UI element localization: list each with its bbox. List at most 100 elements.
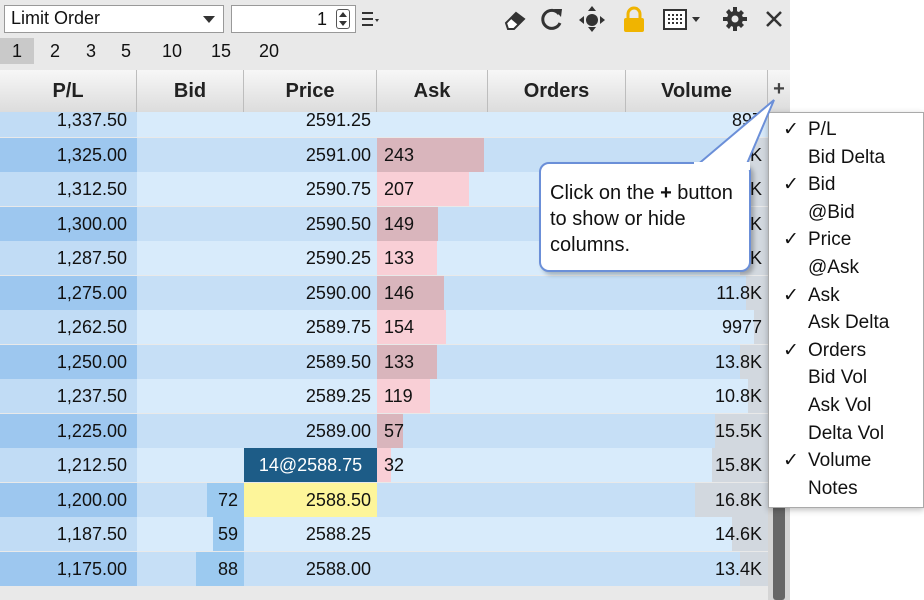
- bid-cell[interactable]: 88: [137, 551, 244, 586]
- quick-qty-10[interactable]: 10: [156, 38, 188, 64]
- quantity-stepper[interactable]: 1: [231, 5, 356, 33]
- bid-cell[interactable]: [137, 138, 244, 172]
- volume-cell: 11.8K: [488, 275, 768, 310]
- lock-icon[interactable]: [620, 5, 648, 33]
- price-cell[interactable]: 2588.50: [244, 482, 377, 517]
- dom-ladder-panel: Limit Order 1 1 2 3 5 10 15 20 P/L Bid P…: [0, 0, 790, 600]
- callout-text-pre: Click on the: [550, 182, 661, 204]
- column-header-orders[interactable]: Orders: [488, 70, 626, 112]
- menu-item-volume[interactable]: ✓ Volume: [769, 447, 923, 475]
- ask-cell[interactable]: 57: [377, 413, 488, 448]
- menu-item-bid-delta[interactable]: Bid Delta: [769, 144, 923, 172]
- price-cell[interactable]: 2590.75: [244, 172, 377, 206]
- bid-cell[interactable]: [137, 172, 244, 206]
- price-cell[interactable]: 2589.75: [244, 310, 377, 344]
- bid-cell[interactable]: [137, 379, 244, 413]
- ask-cell[interactable]: [377, 552, 488, 586]
- column-header-pl[interactable]: P/L: [0, 70, 137, 112]
- pl-cell: 1,312.50: [0, 172, 137, 206]
- ask-cell[interactable]: 119: [377, 379, 488, 413]
- column-header-bid[interactable]: Bid: [137, 70, 244, 112]
- ask-cell[interactable]: 146: [377, 275, 488, 310]
- ask-value: 133: [384, 351, 415, 372]
- price-cell[interactable]: 2591.00: [244, 138, 377, 172]
- menu-item-label: Ask: [808, 284, 840, 306]
- bid-cell[interactable]: [137, 276, 244, 310]
- price-cell[interactable]: 2590.00: [244, 276, 377, 310]
- ask-cell[interactable]: [377, 483, 488, 517]
- checkmark-icon: ✓: [783, 450, 799, 472]
- bid-cell[interactable]: [137, 345, 244, 379]
- menu-item-label: Price: [808, 229, 852, 251]
- ask-cell[interactable]: [377, 517, 488, 551]
- bid-cell[interactable]: [137, 448, 244, 482]
- quick-qty-3[interactable]: 3: [78, 38, 104, 64]
- ask-cell[interactable]: 149: [377, 206, 488, 241]
- price-cell[interactable]: 2589.25: [244, 379, 377, 413]
- price-cell[interactable]: 2591.25: [244, 112, 377, 137]
- quick-qty-2[interactable]: 2: [42, 38, 68, 64]
- volume-cell: 14.6K: [488, 517, 768, 551]
- menu-item-orders[interactable]: ✓ Orders: [769, 337, 923, 365]
- pl-cell: 1,337.50: [0, 112, 137, 137]
- ask-cell[interactable]: 133: [377, 241, 488, 275]
- quick-qty-5[interactable]: 5: [113, 38, 139, 64]
- menu-item-notes[interactable]: Notes: [769, 475, 923, 503]
- quick-qty-15[interactable]: 15: [205, 38, 237, 64]
- spinner-icon[interactable]: [336, 9, 350, 29]
- bid-cell[interactable]: [137, 310, 244, 344]
- ask-cell[interactable]: 32: [377, 448, 488, 482]
- menu-item-label: Orders: [808, 339, 867, 361]
- menu-item-price[interactable]: ✓ Price: [769, 226, 923, 254]
- volume-cell: 15.5K: [488, 413, 768, 448]
- eraser-icon[interactable]: [502, 5, 530, 33]
- quick-qty-20[interactable]: 20: [253, 38, 285, 64]
- ask-value: 57: [384, 420, 405, 441]
- current-price-cell[interactable]: 14@2588.75: [244, 448, 377, 482]
- order-type-select[interactable]: Limit Order: [4, 5, 224, 33]
- menu-item-bid[interactable]: @Bid: [769, 199, 923, 227]
- ask-cell[interactable]: 243: [377, 137, 488, 172]
- price-cell[interactable]: 2590.50: [244, 207, 377, 241]
- ask-value: 133: [384, 248, 415, 268]
- bid-cell[interactable]: [137, 112, 244, 137]
- price-cell[interactable]: 2589.50: [244, 345, 377, 379]
- list-menu-icon[interactable]: [362, 10, 380, 28]
- menu-item-ask-delta[interactable]: Ask Delta: [769, 309, 923, 337]
- gear-icon[interactable]: [721, 5, 749, 33]
- ask-cell[interactable]: 154: [377, 310, 488, 344]
- menu-item-ask[interactable]: @Ask: [769, 254, 923, 282]
- layout-icon[interactable]: [662, 5, 706, 33]
- price-cell[interactable]: 2590.25: [244, 241, 377, 275]
- menu-item-bid-vol[interactable]: Bid Vol: [769, 364, 923, 392]
- bid-cell[interactable]: 59: [137, 517, 244, 551]
- refresh-icon[interactable]: [538, 5, 566, 33]
- quick-quantity-row: 1 2 3 5 10 15 20: [0, 38, 790, 64]
- menu-item-ask-vol[interactable]: Ask Vol: [769, 392, 923, 420]
- menu-item-p-l[interactable]: ✓ P/L: [769, 116, 923, 144]
- center-icon[interactable]: [578, 5, 606, 33]
- close-icon[interactable]: [760, 5, 788, 33]
- menu-item-bid[interactable]: ✓ Bid: [769, 171, 923, 199]
- bid-cell[interactable]: [137, 241, 244, 275]
- ask-value: 119: [384, 386, 413, 406]
- tooltip-callout: Click on the + button to show or hide co…: [539, 99, 775, 272]
- pl-cell: 1,325.00: [0, 137, 137, 172]
- checkmark-icon: ✓: [783, 284, 799, 306]
- price-cell[interactable]: 2588.25: [244, 517, 377, 551]
- ask-cell[interactable]: [377, 112, 488, 137]
- bid-cell[interactable]: [137, 414, 244, 448]
- bid-cell[interactable]: 72: [137, 482, 244, 517]
- chevron-down-icon: [203, 16, 215, 23]
- column-header-ask[interactable]: Ask: [377, 70, 488, 112]
- menu-item-delta-vol[interactable]: Delta Vol: [769, 420, 923, 448]
- column-header-price[interactable]: Price: [244, 70, 377, 112]
- bid-cell[interactable]: [137, 207, 244, 241]
- price-cell[interactable]: 2588.00: [244, 552, 377, 586]
- ask-cell[interactable]: 207: [377, 172, 488, 206]
- table-row: 1,275.00 2590.00 146 11.8K: [0, 275, 768, 310]
- price-cell[interactable]: 2589.00: [244, 414, 377, 448]
- ask-cell[interactable]: 133: [377, 344, 488, 379]
- menu-item-ask[interactable]: ✓ Ask: [769, 282, 923, 310]
- quick-qty-1[interactable]: 1: [0, 38, 34, 64]
